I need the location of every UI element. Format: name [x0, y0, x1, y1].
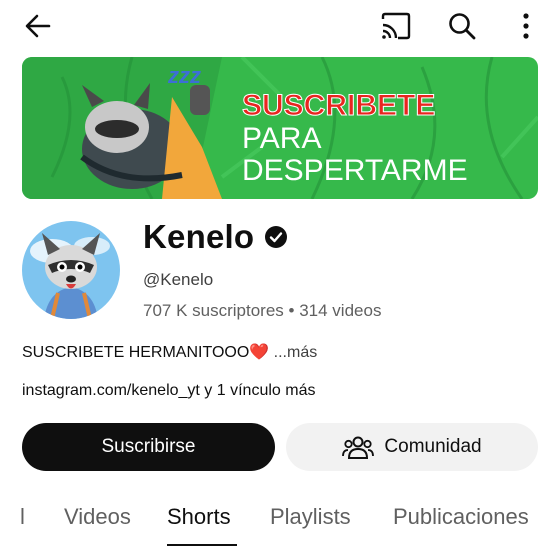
channel-tabs: l Videos Shorts Playlists Publicaciones [0, 496, 560, 546]
description-text: SUSCRIBETE HERMANITOOO [22, 344, 250, 361]
tab-videos[interactable]: Videos [64, 504, 131, 530]
channel-stats: 707 K suscriptores • 314 videos [143, 301, 381, 321]
channel-banner: zzz SUSCRIBETE PARA DESPERTARME [22, 57, 538, 199]
channel-name-text: Kenelo [143, 218, 255, 255]
active-tab-indicator [167, 544, 237, 546]
people-icon [342, 436, 375, 459]
tab-shorts[interactable]: Shorts [167, 504, 231, 530]
top-app-bar [0, 0, 560, 52]
banner-line-2: PARA [242, 122, 321, 155]
back-button[interactable] [20, 8, 56, 44]
tab-partial[interactable]: l [20, 504, 25, 530]
more-options-button[interactable] [508, 8, 544, 44]
channel-links[interactable]: instagram.com/kenelo_yt y 1 vínculo más [22, 382, 315, 400]
community-button[interactable]: Comunidad [286, 423, 538, 471]
verified-badge-icon [265, 226, 288, 248]
search-icon [449, 13, 476, 40]
subscribe-button[interactable]: Suscribirse [22, 423, 275, 471]
description-more-link[interactable]: ...más [269, 344, 318, 361]
search-button[interactable] [444, 8, 480, 44]
channel-name: Kenelo [143, 218, 288, 256]
banner-zzz: zzz [167, 63, 201, 88]
cast-button[interactable] [378, 8, 414, 44]
stats-separator: • [288, 301, 295, 320]
banner-line-1: SUSCRIBETE [242, 89, 435, 122]
subscribe-label: Suscribirse [101, 436, 196, 457]
community-label: Comunidad [384, 436, 482, 457]
channel-avatar[interactable] [22, 221, 120, 319]
arrow-left-icon [25, 14, 51, 38]
subscriber-count: 707 K suscriptores [143, 301, 284, 320]
more-vertical-icon [523, 13, 529, 39]
video-count: 314 videos [299, 301, 382, 320]
channel-handle: @Kenelo [143, 270, 214, 289]
heart-emoji: ❤️ [249, 344, 270, 361]
tab-playlists[interactable]: Playlists [270, 504, 351, 530]
banner-line-3: DESPERTARME [242, 154, 468, 187]
tab-publicaciones[interactable]: Publicaciones [393, 504, 529, 530]
cast-icon [381, 12, 411, 40]
channel-description[interactable]: SUSCRIBETE HERMANITOOO❤️ ...más [22, 342, 317, 362]
